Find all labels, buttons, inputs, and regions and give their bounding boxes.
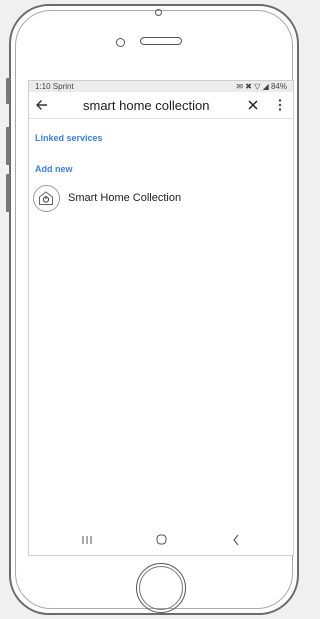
more-vertical-icon[interactable] [277,98,283,112]
earpiece-speaker [140,37,182,45]
volume-up-button [6,127,10,165]
home-circle-icon[interactable] [156,534,167,545]
home-button-ring [139,566,183,610]
proximity-sensor [116,38,125,47]
silent-switch [6,78,10,104]
physical-home-button[interactable] [136,563,186,613]
service-name: Smart Home Collection [68,192,182,204]
search-toolbar: smart home collection [29,93,293,119]
close-icon[interactable] [246,98,260,112]
front-camera [155,9,162,16]
status-time-carrier: 1:10 Sprint [35,82,74,91]
linked-services-header: Linked services [35,133,103,143]
search-query-text[interactable]: smart home collection [83,98,209,113]
phone-screen: 1:10 Sprint ✉ ✖ ▽ ◢ 84% smart home colle… [28,80,294,556]
service-item-smart-home-collection[interactable]: Smart Home Collection [33,185,253,213]
status-bar: 1:10 Sprint ✉ ✖ ▽ ◢ 84% [29,81,293,92]
add-new-header: Add new [35,164,73,174]
recent-apps-icon[interactable] [81,535,93,545]
smart-home-house-power-icon [33,185,60,212]
status-indicators: ✉ ✖ ▽ ◢ 84% [236,82,287,91]
back-chevron-icon[interactable] [232,534,240,546]
arrow-left-icon[interactable] [34,97,50,113]
android-nav-bar [29,525,293,555]
volume-down-button [6,174,10,212]
